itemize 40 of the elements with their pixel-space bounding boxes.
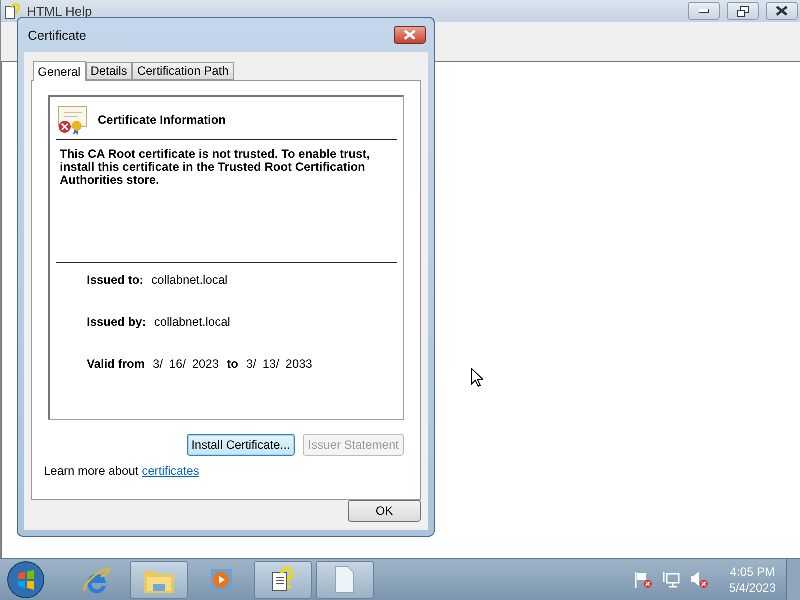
help-document-icon	[270, 564, 296, 594]
field-value: collabnet.local	[154, 315, 230, 329]
document-icon	[333, 564, 357, 594]
certificates-link[interactable]: certificates	[142, 464, 200, 478]
flag-error-icon[interactable]	[633, 570, 654, 589]
date-value: 3/ 13/ 2033	[246, 357, 312, 371]
tab[interactable]: Details	[86, 62, 132, 80]
certificate-error-icon	[56, 105, 90, 135]
info-title: Certificate Information	[98, 113, 226, 127]
date-value: 3/ 16/ 2023	[153, 357, 220, 371]
minimize-icon	[699, 9, 709, 13]
dialog-title: Certificate	[28, 28, 87, 42]
trust-message: This CA Root certificate is not trusted. To enable trust, install this certificate in the Trusted Root Certification Authorities store.	[56, 140, 397, 263]
close-icon	[404, 30, 416, 40]
clock-date: 5/4/2023	[729, 580, 776, 596]
restore-button[interactable]	[727, 2, 759, 20]
minimize-button[interactable]	[688, 2, 720, 20]
taskbar-app-button[interactable]	[254, 560, 312, 598]
field-label: Valid from	[87, 357, 146, 371]
close-icon	[776, 6, 788, 16]
install-button[interactable]: Install Certificate...	[186, 434, 296, 456]
tab[interactable]: Certification Path	[132, 62, 234, 80]
learn-more-text: Learn more about certificates	[44, 464, 200, 478]
network-icon[interactable]	[661, 570, 682, 589]
taskbar-app-button[interactable]	[316, 560, 374, 598]
field-label: Issued to:	[87, 273, 144, 287]
clock-time: 4:05 PM	[730, 564, 775, 580]
window-title: HTML Help	[27, 4, 94, 18]
speaker-error-icon[interactable]	[689, 570, 710, 589]
start-button[interactable]	[6, 560, 46, 600]
ok-button[interactable]: OK	[348, 500, 421, 522]
mouse-cursor-icon	[471, 368, 483, 387]
close-button[interactable]	[394, 26, 426, 44]
tab[interactable]: General	[33, 61, 86, 81]
field-label: to	[227, 357, 238, 371]
close-button[interactable]	[766, 2, 798, 20]
restore-icon	[737, 6, 749, 16]
field-label: Issued by:	[87, 315, 146, 329]
help-document-icon	[5, 2, 21, 20]
field-value: collabnet.local	[152, 273, 228, 287]
